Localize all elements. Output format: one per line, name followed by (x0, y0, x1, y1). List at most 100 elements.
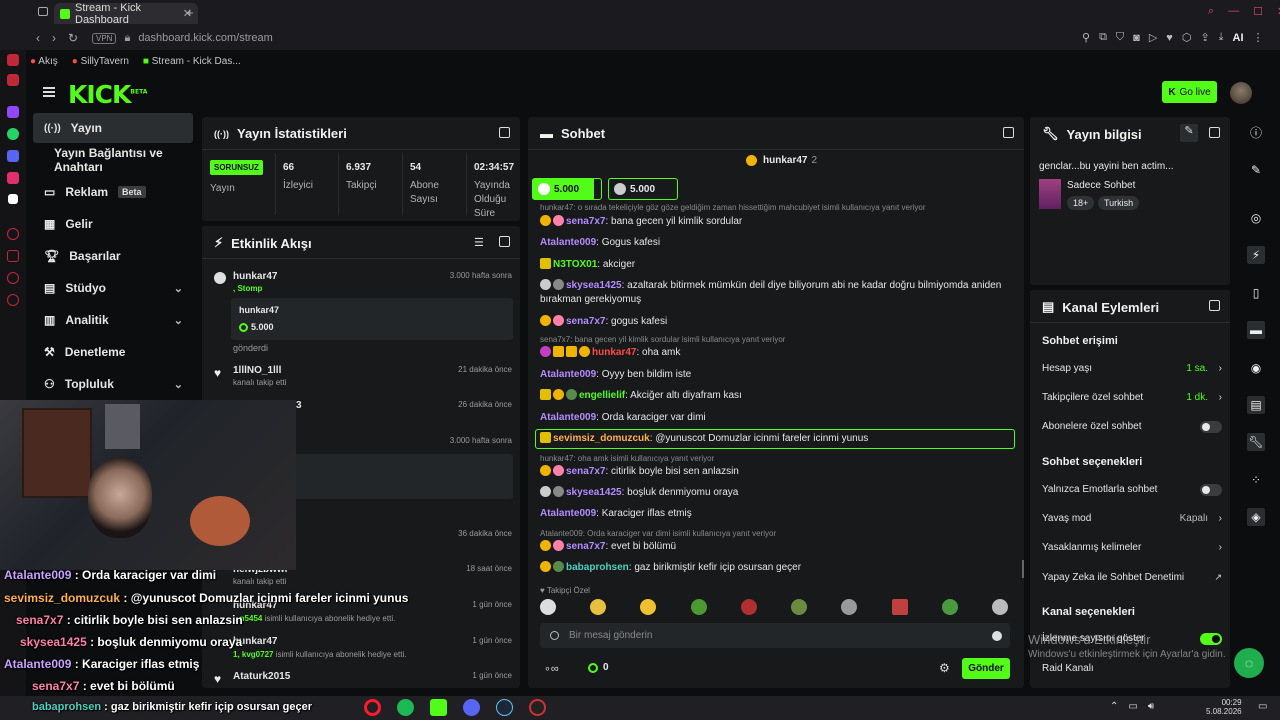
nav-item-yayin[interactable]: ((·)) Yayın (38, 113, 193, 143)
document-icon[interactable]: ▯ (1247, 284, 1265, 302)
emote-icon[interactable] (690, 599, 707, 615)
pin-icon[interactable]: ⚲ (1082, 31, 1090, 44)
extensions-icon[interactable]: ⬡ (1182, 31, 1192, 44)
kick-taskbar-icon[interactable] (430, 699, 447, 716)
emote-icon[interactable] (740, 599, 757, 615)
user-avatar[interactable] (1230, 82, 1252, 104)
pinned-gifter[interactable]: hunkar47 2 (746, 155, 817, 166)
extensions-icon[interactable]: ∘∞ (544, 662, 559, 675)
nav-item-stream-key[interactable]: Yayın Bağlantısı ve Anahtarı (38, 145, 193, 175)
address-bar[interactable]: VPN 🔒︎ dashboard.kick.com/stream (92, 29, 1092, 47)
lightning-icon[interactable]: ⚡︎ (1247, 246, 1265, 264)
notification-icon[interactable]: ▭ (1258, 701, 1267, 712)
panels-icon[interactable]: ▤ (1247, 396, 1265, 414)
twitch-icon[interactable] (7, 106, 19, 118)
emote-icon[interactable] (540, 599, 556, 615)
account-age-setting[interactable]: Hesap yaşı 1 sa. › (1042, 363, 1222, 374)
menu-icon[interactable]: ⋮ (1253, 31, 1264, 44)
filter-icon[interactable]: ☰ (474, 236, 484, 249)
maximize-icon[interactable]: ☐ (1253, 5, 1263, 18)
category-thumbnail[interactable] (1039, 179, 1061, 209)
popout-icon[interactable] (499, 127, 510, 138)
popout-icon[interactable] (1209, 300, 1220, 311)
extensions-icon[interactable]: ⁘ (1247, 471, 1265, 489)
popout-icon[interactable] (1003, 127, 1014, 138)
emoji-icon[interactable] (992, 630, 1002, 641)
popout-icon[interactable] (499, 236, 510, 247)
chevron-up-icon[interactable]: ⌃ (1110, 701, 1118, 712)
chat-icon[interactable]: ▬ (1247, 321, 1265, 339)
whatsapp-icon[interactable] (7, 128, 19, 140)
tab-list-icon[interactable] (38, 7, 48, 16)
gear-icon[interactable]: ⚙︎ (939, 661, 950, 675)
new-tab-icon[interactable]: + (186, 5, 194, 20)
chat-input[interactable]: Bir mesaj gönderin (540, 623, 1010, 648)
event-user[interactable]: Ataturk2015 (233, 671, 290, 682)
support-chat-button[interactable]: ◌ (1234, 648, 1264, 678)
emote-icon[interactable] (841, 599, 858, 615)
banned-words-setting[interactable]: Yasaklanmış kelimeler › (1042, 542, 1222, 553)
browser-tab-active[interactable]: Stream - Kick Dashboard ✕ (54, 2, 198, 26)
followers-only-setting[interactable]: Takipçilere özel sohbet 1 dk. › (1042, 392, 1222, 403)
vpn-badge[interactable]: VPN (92, 32, 117, 44)
discord-taskbar-icon[interactable] (463, 699, 480, 716)
obs-taskbar-icon[interactable] (529, 699, 546, 716)
show-viewers-toggle[interactable] (1200, 632, 1222, 645)
bookmark-akis[interactable]: ● Akış (30, 56, 58, 67)
edit-icon[interactable]: ✎ (1180, 124, 1198, 142)
emote-icon[interactable] (791, 599, 808, 615)
heart-icon[interactable]: ♥ (1166, 32, 1173, 44)
event-user[interactable]: 1lllNO_1lll (233, 365, 281, 376)
bookmark-icon[interactable] (7, 250, 19, 262)
search-icon[interactable]: ⌕ (1208, 5, 1214, 18)
scrollbar[interactable] (1022, 560, 1024, 578)
steam-taskbar-icon[interactable] (496, 699, 513, 716)
wrench-icon[interactable]: 🔧︎ (1247, 433, 1265, 451)
category-name[interactable]: Sadece Sohbet (1067, 180, 1135, 191)
ai-button[interactable]: AI (1233, 32, 1244, 44)
play-icon[interactable]: ▷ (1149, 31, 1157, 44)
download-icon[interactable]: ⤓ (1219, 31, 1224, 44)
reload-icon[interactable]: ↻ (68, 31, 78, 45)
go-live-button[interactable]: K Go live (1162, 81, 1217, 103)
info-icon[interactable]: ⓘ (1247, 123, 1265, 141)
discord-icon[interactable] (7, 150, 19, 162)
history-icon[interactable] (7, 228, 19, 240)
minimize-icon[interactable]: — (1228, 5, 1239, 18)
spotify-taskbar-icon[interactable] (397, 699, 414, 716)
forward-icon[interactable]: › (52, 31, 56, 45)
emote-icon[interactable] (991, 599, 1008, 615)
emote-icon[interactable] (640, 599, 657, 615)
workspace-icon[interactable] (7, 74, 19, 86)
target-icon[interactable]: ◎ (1247, 209, 1265, 227)
opera-taskbar-icon[interactable] (364, 699, 381, 716)
nav-item-studyo[interactable]: ▤ Stüdyo ⌄ (38, 273, 193, 303)
kicks-gift-bar[interactable]: 5.000 (532, 178, 602, 200)
nav-item-gelir[interactable]: ▦ Gelir (38, 209, 193, 239)
slow-mode-setting[interactable]: Yavaş mod Kapalı › (1042, 513, 1222, 524)
aria-icon[interactable] (7, 54, 19, 66)
broadcast-icon[interactable]: ◉ (1247, 359, 1265, 377)
ai-moderation-setting[interactable]: Yapay Zeka ile Sohbet Denetimi ↗ (1042, 572, 1222, 583)
bookmark-sillytavern[interactable]: ● SillyTavern (72, 56, 129, 67)
hamburger-menu-icon[interactable] (43, 87, 55, 97)
pencil-icon[interactable]: ✎ (1247, 161, 1265, 179)
kick-logo[interactable]: KICKBETA (68, 80, 147, 109)
settings-icon[interactable] (7, 294, 19, 306)
shield-icon[interactable]: ⛉ (1116, 31, 1124, 44)
kicks-gift-bar[interactable]: 5.000 (608, 178, 678, 200)
back-icon[interactable]: ‹ (36, 31, 40, 45)
volume-icon[interactable]: 🔊︎ (1148, 701, 1154, 712)
network-icon[interactable]: ▭ (1128, 701, 1137, 712)
emote-tab[interactable]: ♥ Takipçi Özel (540, 586, 590, 595)
emote-only-toggle[interactable] (1200, 483, 1222, 496)
share-icon[interactable]: ⇪ (1200, 31, 1209, 44)
snapshot-icon[interactable]: ⧉ (1099, 31, 1107, 44)
subs-only-toggle[interactable] (1200, 420, 1222, 433)
nav-item-topluluk[interactable]: ⚇ Topluluk ⌄ (38, 369, 193, 399)
camera-icon[interactable]: ◙ (1133, 32, 1140, 44)
emote-icon[interactable] (590, 599, 607, 615)
emote-icon[interactable] (891, 599, 908, 615)
bookmark-kick[interactable]: ■ Stream - Kick Das... (143, 56, 241, 67)
nav-item-analitik[interactable]: ▥ Analitik ⌄ (38, 305, 193, 335)
